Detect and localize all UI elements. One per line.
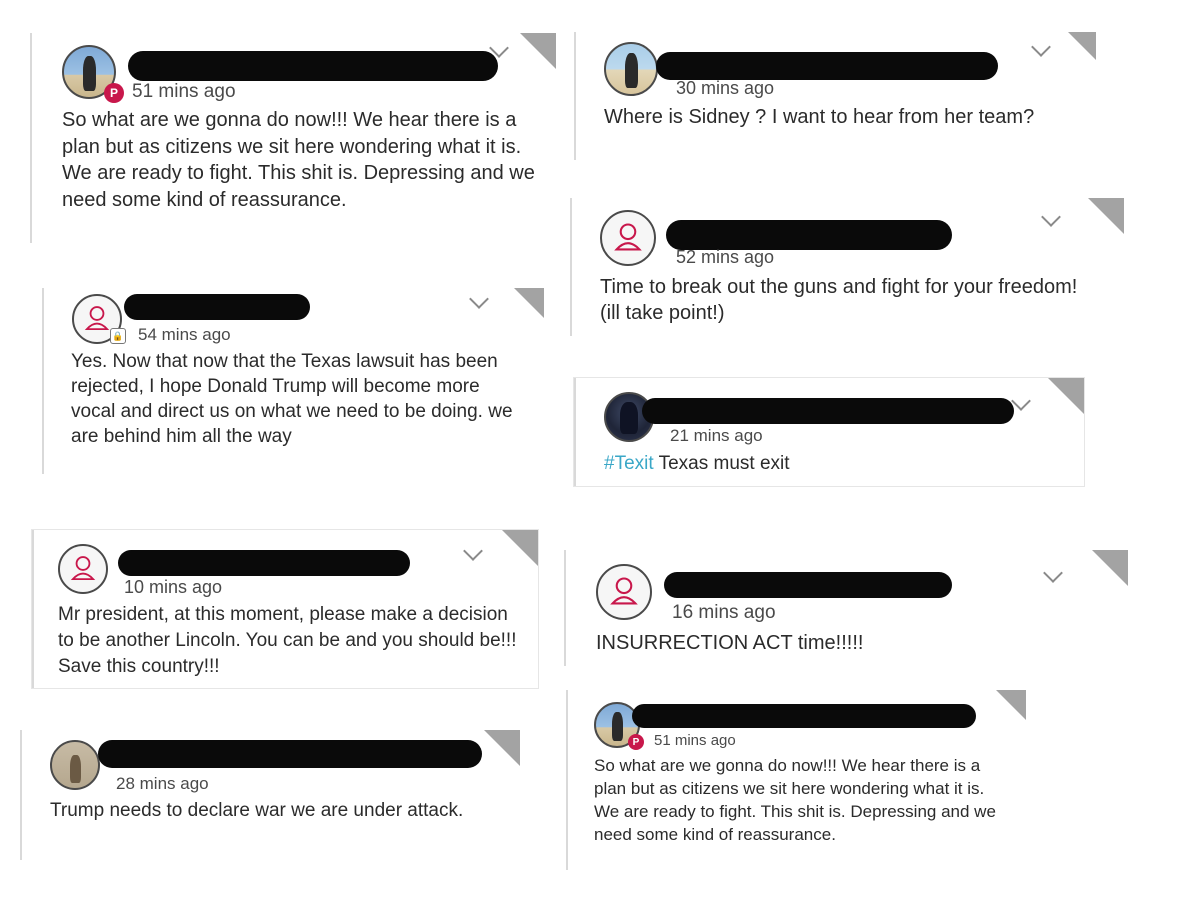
lock-badge-icon: 🔒: [110, 328, 126, 344]
corner-flag: [996, 690, 1026, 720]
chevron-down-icon[interactable]: [1011, 391, 1031, 411]
post-text: #Texit Texas must exit: [604, 451, 1074, 476]
post-card: P 51 mins ago So what are we gonna do no…: [30, 33, 556, 243]
post-card: 21 mins ago #Texit Texas must exit: [574, 378, 1084, 486]
post-time: 51 mins ago: [132, 81, 236, 102]
post-text: Yes. Now that now that the Texas lawsuit…: [71, 351, 513, 447]
redacted-username: [664, 572, 952, 598]
post-text: Where is Sidney ? I want to hear from he…: [604, 106, 1035, 128]
corner-flag: [1088, 198, 1124, 234]
chevron-down-icon[interactable]: [463, 541, 483, 561]
redacted-username: [128, 51, 498, 81]
avatar[interactable]: [50, 740, 100, 790]
avatar[interactable]: [604, 42, 658, 96]
chevron-down-icon[interactable]: [469, 289, 489, 309]
chevron-down-icon[interactable]: [1043, 563, 1063, 583]
post-card: 28 mins ago Trump needs to declare war w…: [20, 730, 520, 860]
post-text-body: Texas must exit: [653, 453, 790, 474]
post-time: 51 mins ago: [654, 732, 736, 749]
corner-flag: [1068, 32, 1096, 60]
post-card: 16 mins ago INSURRECTION ACT time!!!!!: [564, 550, 1128, 666]
post-time: 21 mins ago: [670, 426, 763, 445]
post-time: 30 mins ago: [676, 78, 775, 98]
corner-flag: [520, 33, 556, 69]
redacted-username: [632, 704, 976, 728]
corner-flag: [1048, 378, 1084, 414]
redacted-username: [118, 550, 410, 576]
post-time: 28 mins ago: [116, 774, 209, 793]
post-card: 30 mins ago Where is Sidney ? I want to …: [574, 32, 1096, 160]
post-card: P 51 mins ago So what are we gonna do no…: [566, 690, 1026, 870]
hashtag-link[interactable]: #Texit: [604, 453, 654, 474]
redacted-username: [656, 52, 998, 80]
avatar[interactable]: [58, 544, 108, 594]
post-card: 52 mins ago Time to break out the guns a…: [570, 198, 1124, 336]
chevron-down-icon[interactable]: [1031, 37, 1051, 57]
post-card: 🔒 54 mins ago Yes. Now that now that the…: [42, 288, 544, 474]
post-time: 54 mins ago: [138, 325, 231, 344]
post-card: 10 mins ago Mr president, at this moment…: [32, 530, 538, 688]
avatar[interactable]: [600, 210, 656, 266]
post-text: Trump needs to declare war we are under …: [50, 800, 464, 821]
redacted-username: [666, 220, 952, 250]
default-user-icon: [610, 577, 638, 605]
post-time: 10 mins ago: [124, 577, 223, 597]
post-time: 16 mins ago: [672, 602, 776, 623]
redacted-username: [124, 294, 310, 320]
post-time: 52 mins ago: [676, 247, 775, 267]
post-text: So what are we gonna do now!!! We hear t…: [594, 756, 996, 844]
redacted-username: [642, 398, 1014, 424]
corner-flag: [514, 288, 544, 318]
corner-flag: [502, 530, 538, 566]
default-user-icon: [70, 556, 96, 581]
post-text: Mr president, at this moment, please mak…: [58, 604, 517, 677]
default-user-icon: [614, 223, 642, 251]
avatar[interactable]: [596, 564, 652, 620]
post-text: So what are we gonna do now!!! We hear t…: [62, 109, 535, 211]
chevron-down-icon[interactable]: [1041, 207, 1061, 227]
post-text: Time to break out the guns and fight for…: [600, 276, 1078, 324]
parler-badge-icon: P: [628, 734, 644, 750]
parler-badge-icon: P: [104, 83, 124, 103]
corner-flag: [484, 730, 520, 766]
corner-flag: [1092, 550, 1128, 586]
redacted-username: [98, 740, 482, 768]
post-text: INSURRECTION ACT time!!!!!: [596, 632, 864, 654]
